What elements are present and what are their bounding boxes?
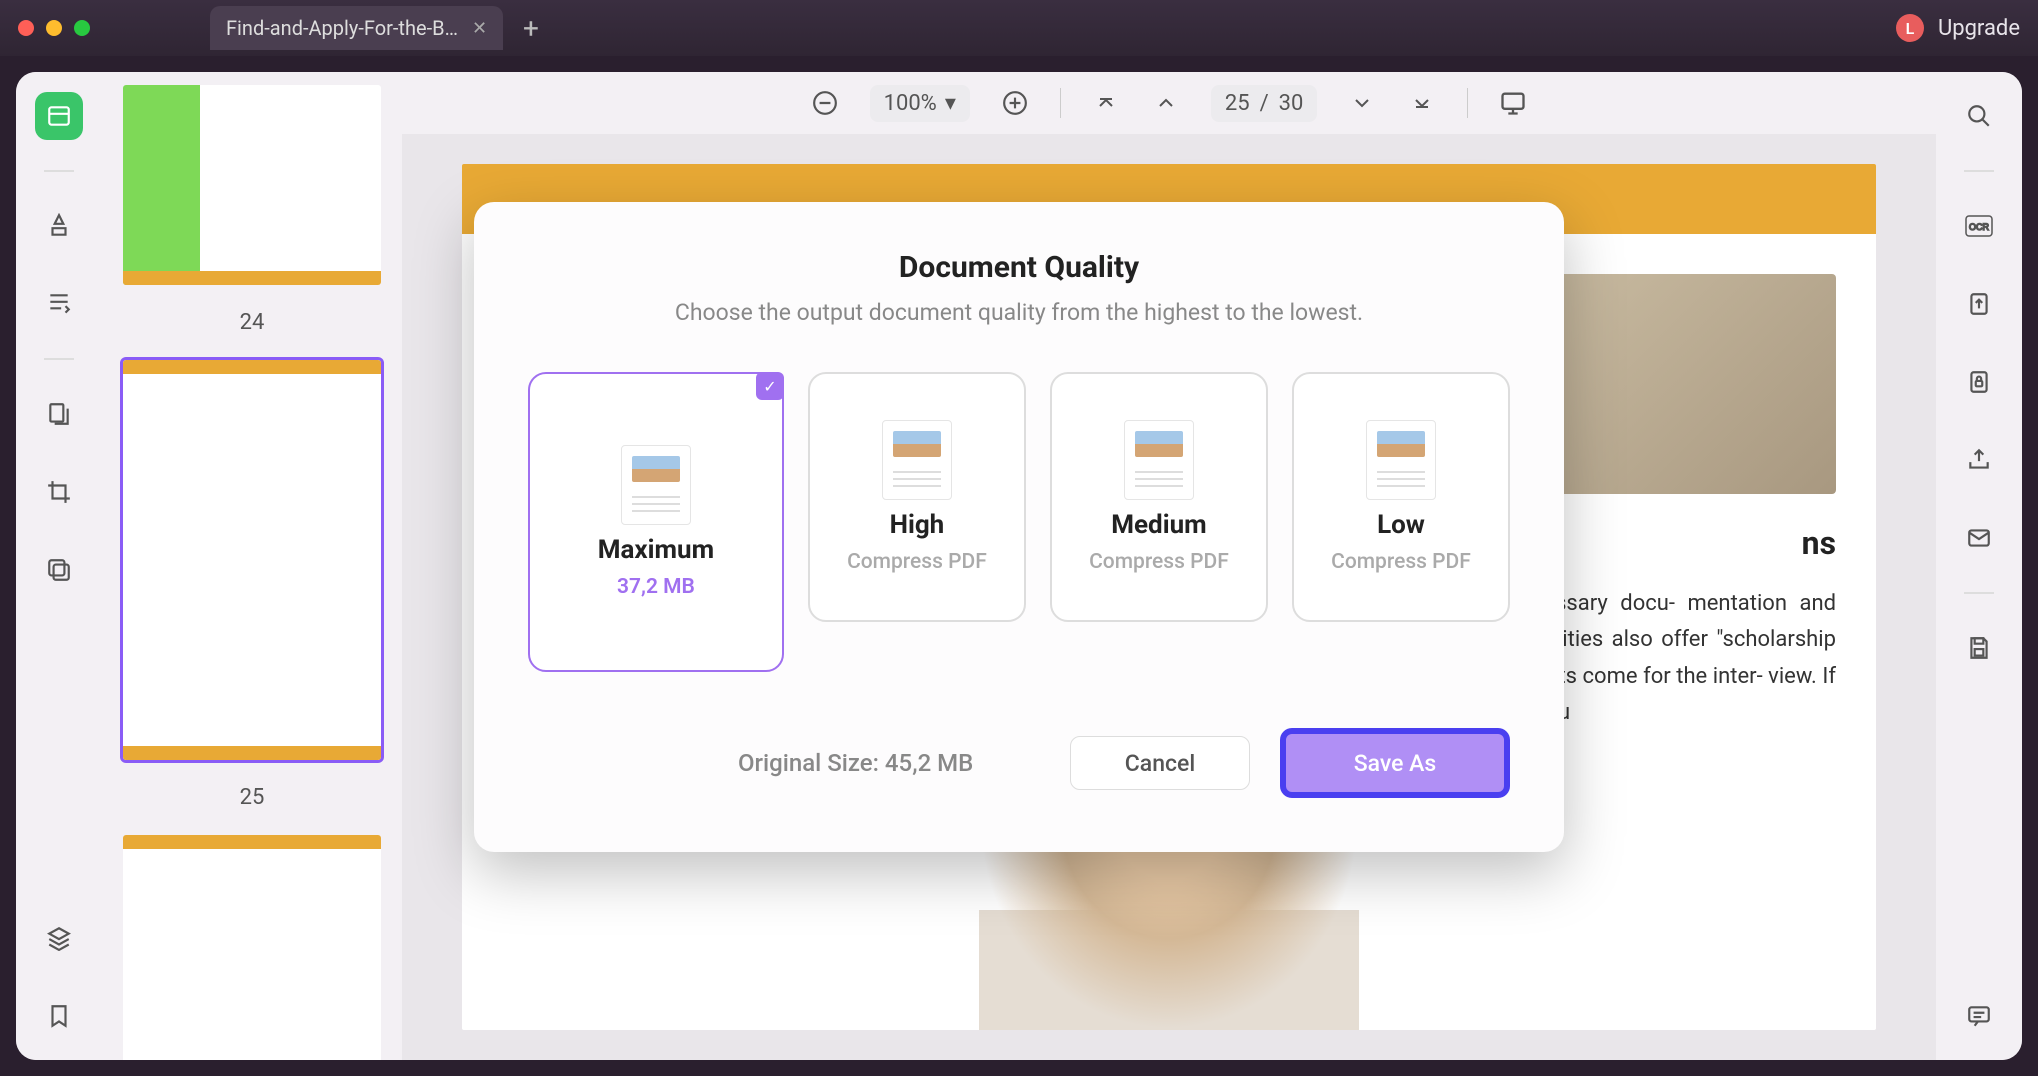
document-quality-dialog: Document Quality Choose the output docum… bbox=[474, 202, 1564, 852]
quality-preview-icon bbox=[621, 445, 691, 525]
quality-label: Low bbox=[1377, 510, 1425, 540]
first-page-button[interactable] bbox=[1091, 88, 1121, 118]
email-button[interactable] bbox=[1955, 514, 2003, 562]
zoom-in-button[interactable] bbox=[1000, 88, 1030, 118]
thumbnail-page-24[interactable] bbox=[120, 82, 384, 288]
quality-option-high[interactable]: High Compress PDF bbox=[808, 372, 1026, 622]
zoom-value: 100% bbox=[884, 91, 937, 116]
crop-tool-button[interactable] bbox=[35, 468, 83, 516]
quality-label: Medium bbox=[1111, 510, 1206, 540]
quality-option-maximum[interactable]: ✓ Maximum 37,2 MB bbox=[528, 372, 784, 672]
close-tab-icon[interactable]: ✕ bbox=[472, 18, 487, 39]
titlebar-right: L Upgrade bbox=[1896, 14, 2020, 42]
left-tool-rail bbox=[16, 72, 102, 1060]
maximize-window-icon[interactable] bbox=[74, 20, 90, 36]
quality-preview-icon bbox=[882, 420, 952, 500]
presentation-button[interactable] bbox=[1498, 88, 1528, 118]
organize-pages-button[interactable] bbox=[35, 390, 83, 438]
ocr-button[interactable]: OCR bbox=[1955, 202, 2003, 250]
bookmark-button[interactable] bbox=[35, 992, 83, 1040]
quality-sublabel: Compress PDF bbox=[1331, 550, 1471, 574]
dialog-subtitle: Choose the output document quality from … bbox=[528, 299, 1510, 326]
svg-text:OCR: OCR bbox=[1969, 222, 1990, 232]
document-image bbox=[1556, 274, 1836, 494]
app-window: 24 25 100% ▾ bbox=[16, 72, 2022, 1060]
titlebar: Find-and-Apply-For-the-B… ✕ + L Upgrade bbox=[0, 0, 2038, 56]
upgrade-button[interactable]: Upgrade bbox=[1938, 16, 2020, 41]
avatar[interactable]: L bbox=[1896, 14, 1924, 42]
chevron-down-icon: ▾ bbox=[945, 91, 956, 116]
page-indicator[interactable]: 25 / 30 bbox=[1211, 85, 1318, 122]
comments-button[interactable] bbox=[1955, 992, 2003, 1040]
save-button[interactable] bbox=[1955, 624, 2003, 672]
cancel-button[interactable]: Cancel bbox=[1070, 736, 1250, 790]
quality-preview-icon bbox=[1366, 420, 1436, 500]
highlight-tool-button[interactable] bbox=[35, 202, 83, 250]
document-tab[interactable]: Find-and-Apply-For-the-B… ✕ bbox=[210, 6, 503, 50]
thumbnail-page-26[interactable] bbox=[120, 832, 384, 1060]
thumbnail-panel: 24 25 bbox=[102, 72, 402, 1060]
new-tab-button[interactable]: + bbox=[523, 12, 539, 45]
page-separator: / bbox=[1260, 91, 1269, 116]
last-page-button[interactable] bbox=[1407, 88, 1437, 118]
rail-separator bbox=[1964, 592, 1994, 594]
convert-button[interactable] bbox=[1955, 280, 2003, 328]
reader-mode-button[interactable] bbox=[35, 92, 83, 140]
original-size-label: Original Size: 45,2 MB bbox=[738, 749, 973, 777]
quality-sublabel: Compress PDF bbox=[847, 550, 987, 574]
thumbnail-page-25[interactable] bbox=[120, 357, 384, 763]
tab-title: Find-and-Apply-For-the-B… bbox=[226, 16, 458, 40]
next-page-button[interactable] bbox=[1347, 88, 1377, 118]
toolbar-separator bbox=[1060, 88, 1061, 118]
edit-text-button[interactable] bbox=[35, 280, 83, 328]
watermark-tool-button[interactable] bbox=[35, 546, 83, 594]
quality-preview-icon bbox=[1124, 420, 1194, 500]
page-current: 25 bbox=[1225, 91, 1250, 116]
zoom-out-button[interactable] bbox=[810, 88, 840, 118]
rail-separator bbox=[1964, 170, 1994, 172]
close-window-icon[interactable] bbox=[18, 20, 34, 36]
zoom-select[interactable]: 100% ▾ bbox=[870, 85, 970, 122]
protect-button[interactable] bbox=[1955, 358, 2003, 406]
page-total: 30 bbox=[1279, 91, 1304, 116]
share-button[interactable] bbox=[1955, 436, 2003, 484]
right-tool-rail: OCR bbox=[1936, 72, 2022, 1060]
quality-option-low[interactable]: Low Compress PDF bbox=[1292, 372, 1510, 622]
minimize-window-icon[interactable] bbox=[46, 20, 62, 36]
rail-separator bbox=[44, 358, 74, 360]
quality-sublabel: Compress PDF bbox=[1089, 550, 1229, 574]
toolbar-separator bbox=[1467, 88, 1468, 118]
search-button[interactable] bbox=[1955, 92, 2003, 140]
thumbnail-label: 24 bbox=[120, 302, 384, 343]
save-as-button[interactable]: Save As bbox=[1280, 728, 1510, 798]
quality-option-medium[interactable]: Medium Compress PDF bbox=[1050, 372, 1268, 622]
layers-button[interactable] bbox=[35, 914, 83, 962]
dialog-footer: Original Size: 45,2 MB Cancel Save As bbox=[528, 728, 1510, 798]
quality-options: ✓ Maximum 37,2 MB High Compress PDF Medi… bbox=[528, 372, 1510, 672]
view-toolbar: 100% ▾ 25 / 30 bbox=[402, 72, 1936, 134]
dialog-title: Document Quality bbox=[528, 250, 1510, 285]
quality-sublabel: 37,2 MB bbox=[617, 575, 695, 599]
quality-label: Maximum bbox=[598, 535, 714, 565]
window-controls bbox=[18, 20, 90, 36]
thumbnail-label: 25 bbox=[120, 777, 384, 818]
rail-separator bbox=[44, 170, 74, 172]
quality-label: High bbox=[890, 510, 945, 540]
prev-page-button[interactable] bbox=[1151, 88, 1181, 118]
check-icon: ✓ bbox=[756, 372, 784, 400]
